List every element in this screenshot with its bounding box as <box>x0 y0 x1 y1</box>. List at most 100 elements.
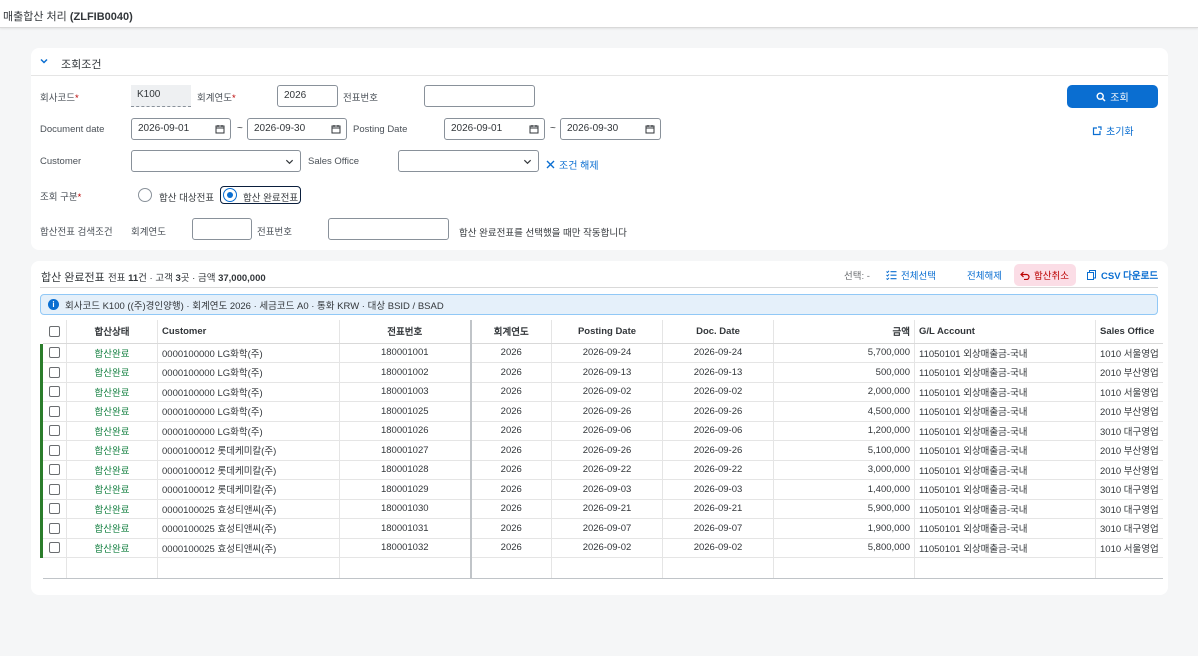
cell-sales-office: 3010 대구영업 <box>1095 499 1163 519</box>
table-row[interactable]: 합산완료 0000100025 효성티앤씨(주) 180001030 2026 2026… <box>40 499 1163 519</box>
sum-search-label: 합산전표 검색조건 <box>40 227 113 238</box>
header-checkbox[interactable] <box>49 325 60 337</box>
calendar-icon[interactable] <box>529 124 539 134</box>
table-row[interactable]: 합산완료 0000100000 LG화학(주) 180001026 2026 2026-… <box>40 421 1163 441</box>
row-checkbox-cell <box>40 499 67 519</box>
cell-doc-date: 2026-09-24 <box>662 343 774 363</box>
row-checkbox[interactable] <box>49 366 60 378</box>
result-summary: 전표 11건 · 고객 3곳 · 금액 37,000,000 <box>108 273 266 284</box>
cancel-sum-button[interactable]: 합산취소 <box>1014 264 1076 286</box>
cell-customer: 0000100012 롯데케미칼(주) <box>157 479 340 500</box>
row-checkbox[interactable] <box>49 444 60 456</box>
table-row[interactable]: 합산완료 0000100012 롯데케미칼(주) 180001028 2026 2026… <box>40 460 1163 480</box>
row-checkbox[interactable] <box>49 425 60 437</box>
cell-doc-date: 2026-09-03 <box>662 479 774 500</box>
cell-doc-no: 180001030 <box>339 499 472 519</box>
select-all-button[interactable]: 전체선택 <box>880 264 942 286</box>
table-row[interactable]: 합산완료 0000100000 LG화학(주) 180001025 2026 2026-… <box>40 401 1163 422</box>
divider <box>40 287 1158 288</box>
cell-fiscal-year: 2026 <box>470 538 552 558</box>
radio-sum-target-label[interactable]: 합산 대상전표 <box>159 190 214 204</box>
cell-doc-date: 2026-09-02 <box>662 538 774 558</box>
customer-select[interactable] <box>131 150 301 172</box>
document-date-to-input[interactable]: 2026-09-30 <box>247 118 347 140</box>
row-checkbox[interactable] <box>49 386 60 398</box>
calendar-icon[interactable] <box>215 124 225 134</box>
csv-download-button[interactable]: CSV 다운로드 <box>1081 264 1164 286</box>
col-header-amount[interactable]: 금액 <box>773 320 915 344</box>
col-header-customer[interactable]: Customer <box>157 320 340 344</box>
row-checkbox[interactable] <box>49 503 60 515</box>
doc-no-input[interactable] <box>424 85 535 107</box>
col-header-doc-no[interactable]: 전표번호 <box>339 320 472 344</box>
row-checkbox[interactable] <box>49 347 60 359</box>
cell-status: 합산완료 <box>66 421 158 441</box>
table-row[interactable]: 합산완료 0000100012 롯데케미칼(주) 180001029 2026 2026… <box>40 479 1163 500</box>
radio-sum-done[interactable] <box>223 188 237 202</box>
filter-panel-title[interactable]: 조회조건 <box>61 56 101 72</box>
row-checkbox[interactable] <box>49 483 60 495</box>
posting-date-from-input[interactable]: 2026-09-01 <box>444 118 545 140</box>
empty-cell <box>662 557 774 579</box>
deselect-all-button[interactable]: 전체해제 <box>961 264 1008 286</box>
cell-posting-date: 2026-09-24 <box>551 343 663 363</box>
cell-customer: 0000100000 LG화학(주) <box>157 382 340 402</box>
col-header-posting-date[interactable]: Posting Date <box>551 320 663 344</box>
sum-fiscal-year-input[interactable] <box>192 218 252 240</box>
cell-fiscal-year: 2026 <box>470 401 552 422</box>
sum-search-hint: 합산 완료전표를 선택했을 때만 작동합니다 <box>459 228 627 239</box>
sales-office-select[interactable] <box>398 150 539 172</box>
dropdown-icon[interactable] <box>523 157 532 166</box>
row-checkbox-cell <box>40 343 67 363</box>
empty-cell <box>339 557 472 579</box>
search-button[interactable]: 조회 <box>1067 85 1158 108</box>
calendar-icon[interactable] <box>331 124 341 134</box>
cell-sales-office: 3010 대구영업 <box>1095 518 1163 539</box>
cell-doc-date: 2026-09-26 <box>662 401 774 422</box>
cell-gl-account: 11050101 외상매출금-국내 <box>914 401 1096 422</box>
reset-button[interactable]: 초기화 <box>1092 123 1134 138</box>
checklist-icon <box>886 270 897 280</box>
col-header-status[interactable]: 합산상태 <box>66 320 158 344</box>
row-checkbox[interactable] <box>49 405 60 417</box>
fiscal-year-input[interactable]: 2026 <box>277 85 338 107</box>
dropdown-icon[interactable] <box>285 157 294 166</box>
cell-doc-no: 180001003 <box>339 382 472 402</box>
table-row[interactable]: 합산완료 0000100025 효성티앤씨(주) 180001031 2026 2026… <box>40 518 1163 539</box>
col-header-fiscal-year[interactable]: 회계연도 <box>470 320 552 344</box>
cell-fiscal-year: 2026 <box>470 499 552 519</box>
col-header-sales-office[interactable]: Sales Office <box>1095 320 1163 344</box>
clear-conditions-button[interactable]: 조건 해제 <box>546 157 599 172</box>
cell-amount: 5,100,000 <box>773 440 915 461</box>
row-checkbox[interactable] <box>49 542 60 554</box>
fiscal-year-label: 회계연도* <box>197 93 236 104</box>
row-checkbox[interactable] <box>49 522 60 534</box>
cell-status: 합산완료 <box>66 518 158 539</box>
query-type-label: 조회 구분* <box>40 192 82 203</box>
cell-gl-account: 11050101 외상매출금-국내 <box>914 518 1096 539</box>
chevron-down-icon[interactable] <box>39 56 49 66</box>
cell-doc-no: 180001029 <box>339 479 472 500</box>
table-row[interactable]: 합산완료 0000100000 LG화학(주) 180001002 2026 2026-… <box>40 362 1163 383</box>
result-panel: 합산 완료전표 전표 11건 · 고객 3곳 · 금액 37,000,000 선… <box>31 261 1168 595</box>
radio-sum-target[interactable] <box>138 188 152 202</box>
calendar-icon[interactable] <box>645 124 655 134</box>
table-row[interactable]: 합산완료 0000100012 롯데케미칼(주) 180001027 2026 2026… <box>40 440 1163 461</box>
col-header-gl-account[interactable]: G/L Account <box>914 320 1096 344</box>
radio-sum-done-label[interactable]: 합산 완료전표 <box>243 190 298 204</box>
doc-no-label: 전표번호 <box>343 93 378 104</box>
table-row[interactable]: 합산완료 0000100000 LG화학(주) 180001003 2026 2026-… <box>40 382 1163 402</box>
document-date-from-input[interactable]: 2026-09-01 <box>131 118 231 140</box>
cell-customer: 0000100012 롯데케미칼(주) <box>157 460 340 480</box>
cell-sales-office: 2010 부산영업 <box>1095 401 1163 422</box>
undo-icon <box>1020 271 1030 280</box>
cell-customer: 0000100000 LG화학(주) <box>157 362 340 383</box>
col-header-doc-date[interactable]: Doc. Date <box>662 320 774 344</box>
table-row[interactable]: 합산완료 0000100025 효성티앤씨(주) 180001032 2026 2026… <box>40 538 1163 558</box>
empty-cell <box>470 557 552 579</box>
sum-doc-no-input[interactable] <box>328 218 449 240</box>
sum-fiscal-year-label: 회계연도 <box>131 227 166 238</box>
posting-date-to-input[interactable]: 2026-09-30 <box>560 118 661 140</box>
table-row[interactable]: 합산완료 0000100000 LG화학(주) 180001001 2026 2026-… <box>40 343 1163 363</box>
row-checkbox[interactable] <box>49 464 60 476</box>
